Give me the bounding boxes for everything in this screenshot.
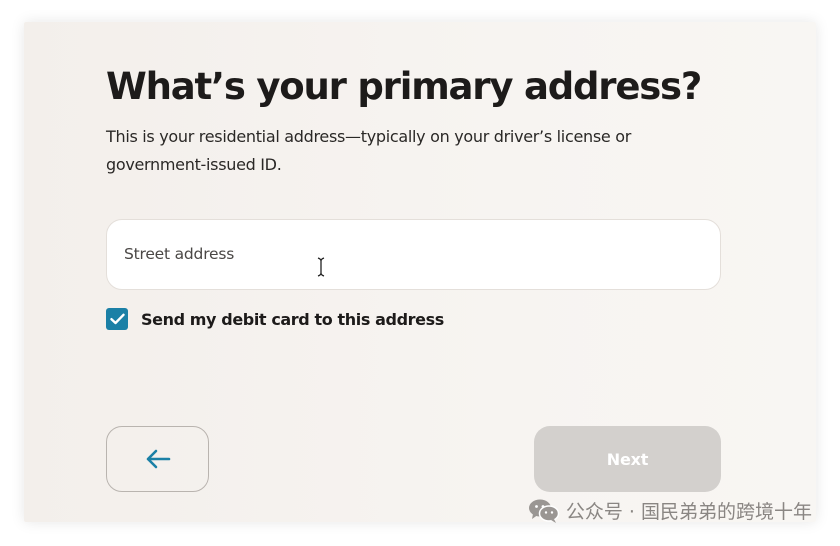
next-button-label: Next xyxy=(606,449,649,469)
text-cursor-icon xyxy=(317,257,325,277)
watermark: 公众号 · 国民弟弟的跨境十年 xyxy=(528,497,812,524)
street-address-input[interactable]: Street address xyxy=(106,219,721,290)
watermark-text: 公众号 · 国民弟弟的跨境十年 xyxy=(565,501,812,523)
page-title: What’s your primary address? xyxy=(106,65,702,108)
debit-card-checkbox[interactable] xyxy=(106,308,128,330)
page-subtitle: This is your residential address—typical… xyxy=(106,127,631,174)
wechat-icon xyxy=(528,499,560,523)
debit-card-checkbox-label: Send my debit card to this address xyxy=(141,309,444,329)
address-form-panel: What’s your primary address? This is you… xyxy=(24,22,816,522)
next-button[interactable]: Next xyxy=(534,426,721,492)
debit-card-option[interactable]: Send my debit card to this address xyxy=(106,307,444,331)
arrow-left-icon xyxy=(146,449,170,469)
checkmark-icon xyxy=(109,313,125,325)
street-address-placeholder: Street address xyxy=(124,245,235,263)
back-button[interactable] xyxy=(106,426,209,492)
